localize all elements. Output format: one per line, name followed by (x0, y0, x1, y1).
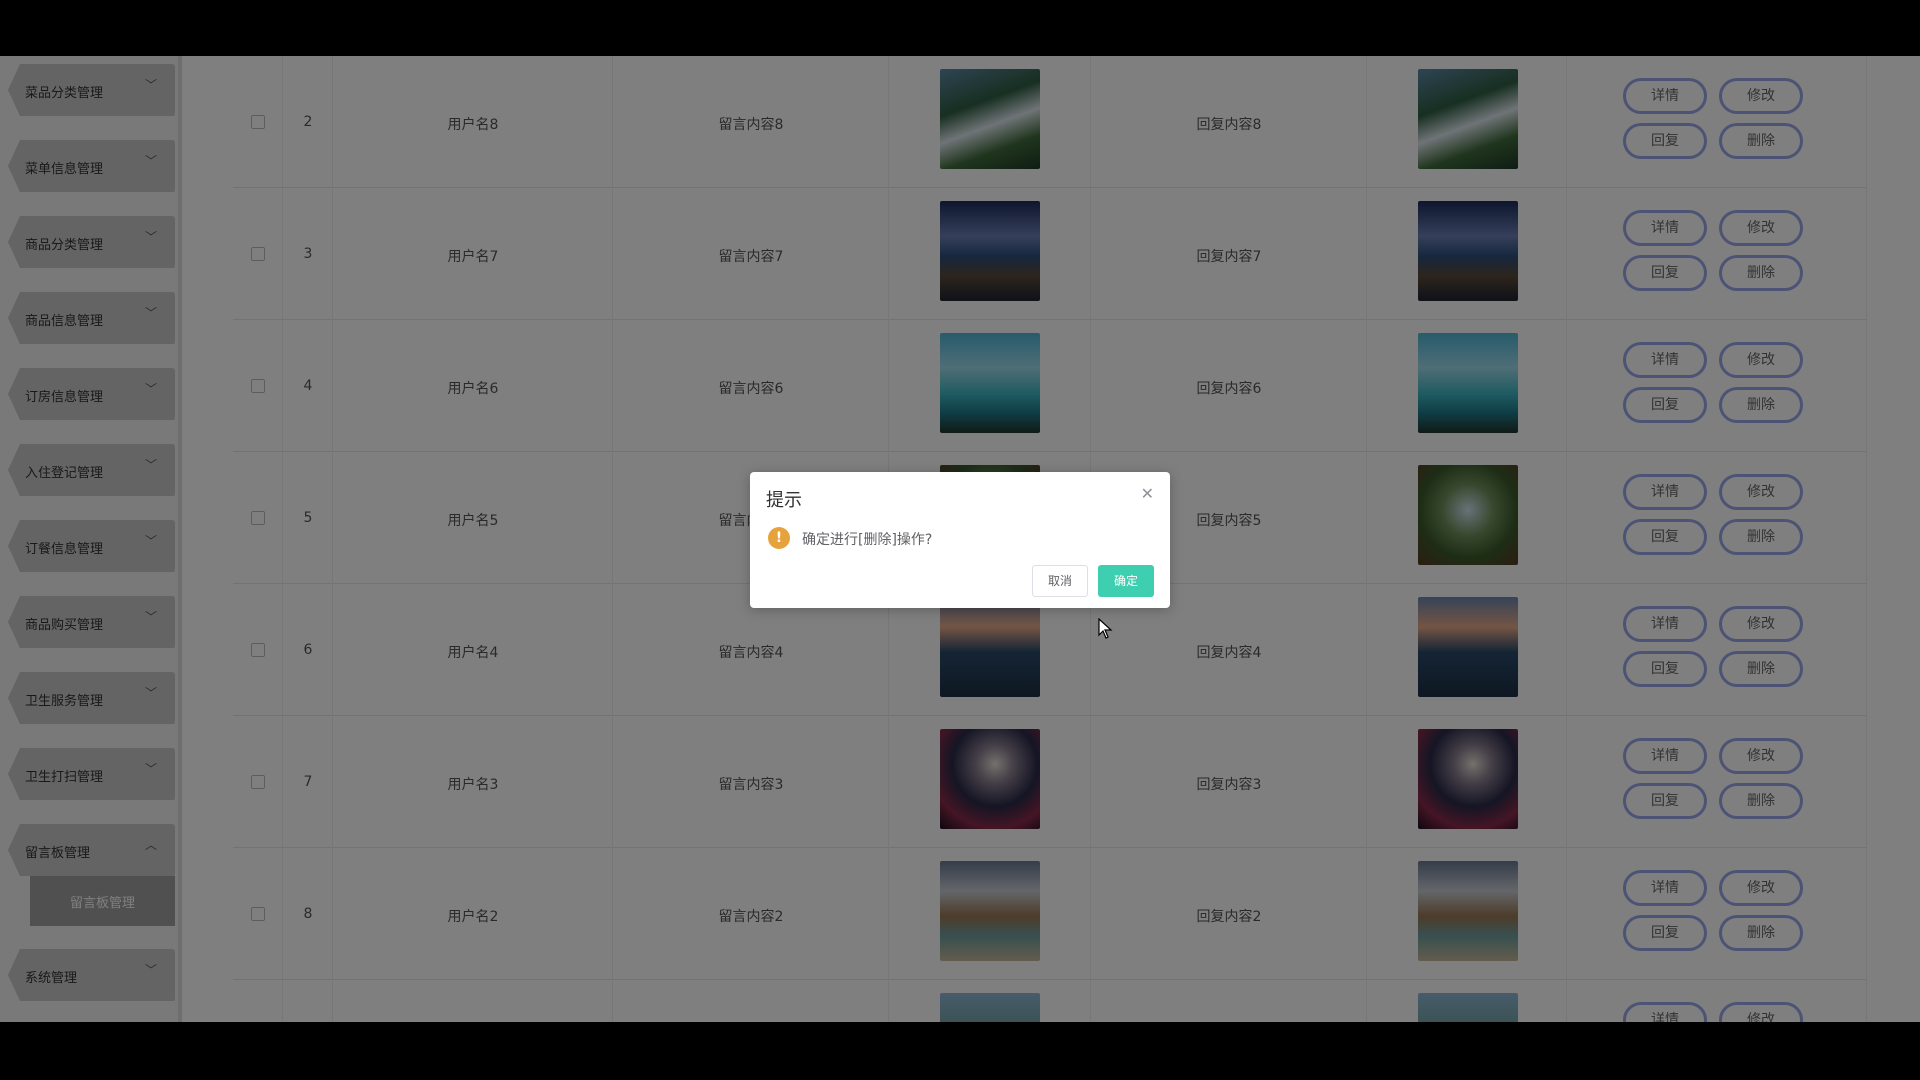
dialog-title: 提示 (766, 490, 802, 511)
dialog-message: 确定进行[删除]操作? (802, 532, 933, 548)
close-icon[interactable]: ✕ (1141, 484, 1154, 503)
confirm-dialog: 提示 ✕ ! 确定进行[删除]操作? 取消 确定 (750, 472, 1170, 608)
mouse-cursor-icon (1098, 618, 1113, 639)
cancel-button[interactable]: 取消 (1032, 565, 1088, 597)
confirm-button[interactable]: 确定 (1098, 565, 1154, 597)
warning-icon: ! (768, 527, 790, 549)
